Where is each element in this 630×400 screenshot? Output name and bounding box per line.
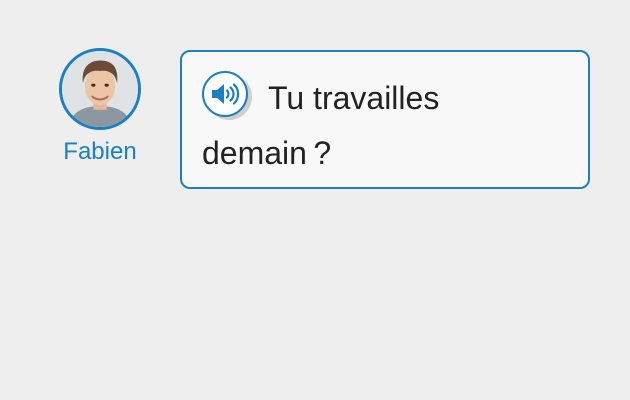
speaker-volume-icon [212,82,240,105]
message-bubble: Tu travailles demain ? [180,50,590,189]
speaker-card: Fabien [54,48,146,164]
play-audio-button[interactable] [202,70,254,121]
avatar [59,48,141,130]
button-face [202,70,248,117]
speaker-name: Fabien [63,138,137,165]
